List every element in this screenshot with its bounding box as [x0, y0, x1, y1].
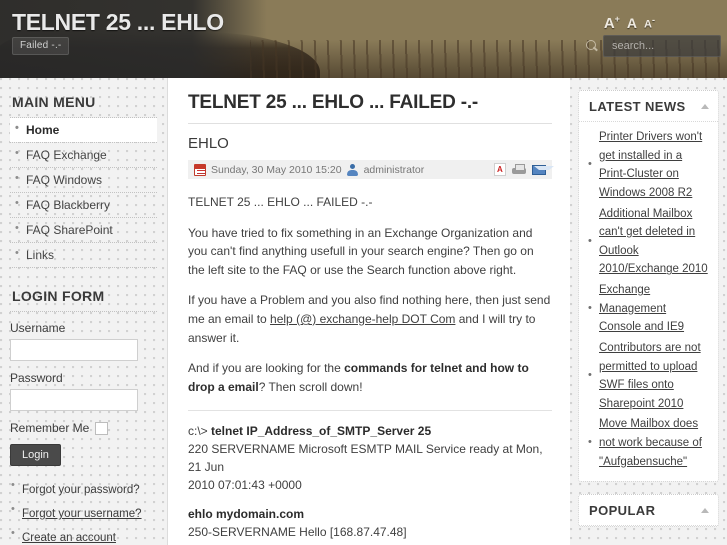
sidebar-item-faq-exchange[interactable]: FAQ Exchange [10, 143, 157, 168]
list-item[interactable]: Forgot your password? [10, 479, 157, 498]
login-helper-links: Forgot your password? Forgot your userna… [10, 479, 157, 545]
search-input[interactable] [603, 35, 721, 57]
news-link-1[interactable]: Printer Drivers won't get installed in a… [599, 128, 710, 203]
right-sidebar: LATEST NEWS Printer Drivers won't get in… [570, 78, 727, 545]
article-author: administrator [363, 163, 425, 176]
main-content: TELNET 25 ... EHLO ... FAILED -.- EHLO S… [168, 78, 570, 545]
telnet-command-1: telnet IP_Address_of_SMTP_Server 25 [211, 424, 432, 439]
calendar-icon [194, 163, 206, 176]
font-size-decrease-button[interactable]: A- [644, 15, 655, 31]
password-field[interactable] [10, 389, 138, 411]
article-meta-bar: Sunday, 30 May 2010 15:20 administrator [188, 160, 554, 179]
password-label: Password [10, 371, 63, 385]
site-tagline-badge: Failed -.- [12, 37, 70, 55]
article-title: EHLO [188, 135, 229, 152]
username-label: Username [10, 321, 66, 335]
sidebar-item-faq-blackberry-link[interactable]: FAQ Blackberry [10, 193, 157, 217]
contact-email-link[interactable]: help (@) exchange-help DOT Com [270, 312, 455, 326]
chevron-up-icon[interactable] [701, 104, 709, 109]
login-divider [10, 311, 157, 312]
telnet-command-1-line: c:\> telnet IP_Address_of_SMTP_Server 25 [188, 422, 552, 440]
login-form-title: LOGIN FORM [12, 288, 105, 304]
remember-me-checkbox[interactable] [95, 421, 109, 435]
list-item[interactable]: Forgot your username? [10, 503, 157, 522]
title-divider [188, 123, 552, 124]
page-title: TELNET 25 ... EHLO ... FAILED -.- [188, 92, 479, 113]
latest-news-list: Printer Drivers won't get installed in a… [579, 122, 718, 481]
article-paragraph-1: You have tried to fix something in an Ex… [188, 225, 534, 277]
telnet-response-1b: 2010 07:01:43 +0000 [188, 478, 302, 493]
popular-title: POPULAR [589, 503, 656, 519]
sidebar-item-faq-exchange-link[interactable]: FAQ Exchange [10, 143, 157, 167]
article-intro-line: TELNET 25 ... EHLO ... FAILED -.- [188, 195, 373, 209]
popular-header: POPULAR [579, 495, 718, 527]
search-icon [584, 38, 600, 54]
page-body: MAIN MENU Home FAQ Exchange FAQ Windows … [0, 78, 727, 545]
article-paragraph-3: And if you are looking for the commands … [188, 359, 552, 396]
font-size-reset-button[interactable]: A [627, 15, 637, 31]
page-root: TELNET 25 ... EHLO Failed -.- A+ A A- MA… [0, 0, 727, 545]
latest-news-header: LATEST NEWS [579, 91, 718, 122]
sidebar-item-home[interactable]: Home [10, 118, 157, 143]
sidebar-item-faq-windows[interactable]: FAQ Windows [10, 168, 157, 193]
list-item[interactable]: Printer Drivers won't get installed in a… [587, 128, 710, 203]
list-item[interactable]: Contributors are not permitted to upload… [587, 339, 710, 414]
username-field[interactable] [10, 339, 138, 361]
login-button[interactable]: Login [10, 444, 61, 466]
chevron-up-icon[interactable] [701, 508, 709, 514]
article-action-icons [494, 163, 554, 176]
remember-me-label: Remember Me [10, 421, 90, 435]
list-item[interactable]: Additional Mailbox can't get deleted in … [587, 205, 710, 280]
article-meta-left: Sunday, 30 May 2010 15:20 administrator [194, 163, 494, 176]
telnet-response-1a: 220 SERVERNAME Microsoft ESMTP MAIL Serv… [188, 442, 543, 475]
sidebar-item-links-link[interactable]: Links [10, 243, 157, 267]
paragraph-3-after: ? Then scroll down! [258, 379, 363, 394]
list-item[interactable]: Exchange Management Console and IE9 [587, 281, 710, 337]
paragraph-3-before: And if you are looking for the [188, 361, 345, 376]
article-paragraph-2: If you have a Problem and you also find … [188, 291, 552, 347]
sidebar-item-home-link[interactable]: Home [10, 118, 157, 142]
user-icon [347, 163, 359, 176]
print-icon[interactable] [512, 163, 526, 176]
popular-module: POPULAR [578, 494, 719, 528]
article-date: Sunday, 30 May 2010 15:20 [211, 163, 342, 176]
news-link-2[interactable]: Additional Mailbox can't get deleted in … [599, 205, 710, 280]
pdf-icon[interactable] [494, 163, 506, 176]
news-link-5[interactable]: Move Mailbox does not work because of "A… [599, 415, 710, 471]
telnet-command-2: ehlo mydomain.com [188, 507, 305, 522]
forgot-password-link[interactable]: Forgot your password? [22, 484, 140, 496]
font-size-increase-button[interactable]: A+ [604, 14, 620, 32]
sidebar-item-faq-sharepoint-link[interactable]: FAQ SharePoint [10, 218, 157, 242]
telnet-response-2a: 250-SERVERNAME Hello [168.87.47.48] [188, 525, 407, 540]
telnet-prompt: c:\> [188, 424, 212, 439]
left-sidebar: MAIN MENU Home FAQ Exchange FAQ Windows … [0, 78, 168, 545]
code-spacer [188, 494, 552, 505]
sidebar-item-faq-sharepoint[interactable]: FAQ SharePoint [10, 218, 157, 243]
search-box [584, 35, 721, 57]
news-link-4[interactable]: Contributors are not permitted to upload… [599, 339, 710, 414]
email-icon[interactable] [532, 164, 554, 175]
list-item[interactable]: Create an account [10, 527, 157, 545]
sidebar-item-faq-windows-link[interactable]: FAQ Windows [10, 168, 157, 192]
telnet-response-2b: 250-SIZE 157286400 [188, 541, 552, 545]
sidebar-item-links[interactable]: Links [10, 243, 157, 268]
forgot-username-link[interactable]: Forgot your username? [22, 508, 142, 520]
site-header: TELNET 25 ... EHLO Failed -.- A+ A A- [0, 0, 727, 78]
create-account-link[interactable]: Create an account [22, 532, 116, 544]
news-link-3[interactable]: Exchange Management Console and IE9 [599, 281, 710, 337]
list-item[interactable]: Move Mailbox does not work because of "A… [587, 415, 710, 471]
content-divider [188, 410, 552, 412]
main-menu: Home FAQ Exchange FAQ Windows FAQ Blackb… [10, 117, 157, 268]
font-size-controls: A+ A A- [604, 14, 655, 32]
sidebar-item-faq-blackberry[interactable]: FAQ Blackberry [10, 193, 157, 218]
remember-me-row: Remember Me [10, 421, 157, 435]
site-title: TELNET 25 ... EHLO [12, 9, 224, 35]
main-menu-title: MAIN MENU [12, 94, 96, 110]
latest-news-title: LATEST NEWS [589, 99, 686, 114]
latest-news-module: LATEST NEWS Printer Drivers won't get in… [578, 90, 719, 483]
telnet-transcript: c:\> telnet IP_Address_of_SMTP_Server 25… [188, 422, 552, 545]
